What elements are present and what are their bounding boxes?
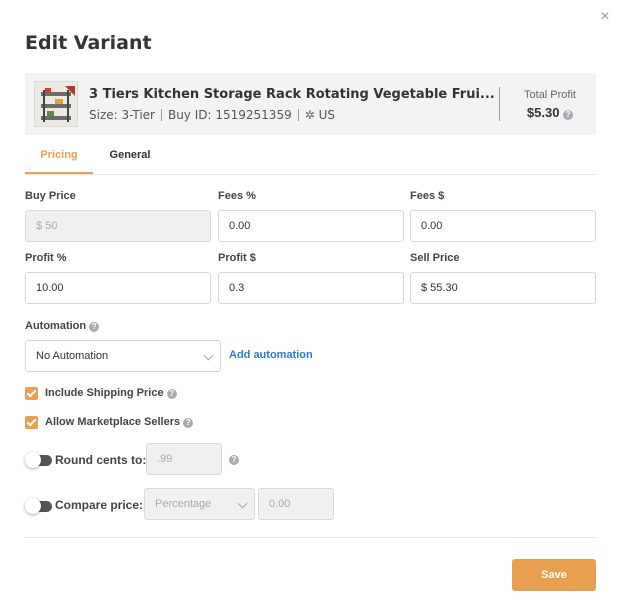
footer-divider [25, 537, 596, 538]
chevron-down-icon [203, 350, 214, 361]
round-cents-input: .99 [146, 443, 222, 475]
meta-divider [160, 109, 162, 121]
sell-price-input[interactable]: $ 55.30 [410, 272, 596, 304]
fees-percent-label: Fees % [218, 190, 256, 202]
chevron-down-icon [237, 498, 248, 509]
total-profit-value: $5.30 ? [505, 105, 595, 120]
sell-price-label: Sell Price [410, 252, 460, 264]
total-profit-amount: $5.30 [526, 105, 560, 120]
include-shipping-text: Include Shipping Price [45, 387, 164, 399]
tab-pricing[interactable]: Pricing [25, 140, 93, 174]
allow-marketplace-text: Allow Marketplace Sellers [45, 416, 181, 428]
fees-dollar-input[interactable]: 0.00 [410, 210, 596, 242]
buy-price-input: $ 50 [25, 210, 211, 242]
allow-marketplace-checkbox[interactable] [25, 416, 38, 429]
include-shipping-label: Include Shipping Price ? [45, 387, 177, 399]
automation-select[interactable]: No Automation [25, 340, 221, 372]
help-icon[interactable]: ? [183, 418, 194, 428]
include-shipping-checkbox[interactable] [25, 387, 38, 400]
add-automation-link[interactable]: Add automation [229, 349, 313, 361]
allow-marketplace-label: Allow Marketplace Sellers ? [45, 416, 194, 428]
product-meta: Size: 3-Tier Buy ID: 1519251359 ✲ US [89, 108, 335, 122]
help-icon[interactable]: ? [89, 322, 100, 332]
profit-dollar-label: Profit $ [218, 252, 256, 264]
tab-bar: Pricing General [25, 140, 596, 175]
product-size: Size: 3-Tier [89, 108, 155, 122]
product-name: 3 Tiers Kitchen Storage Rack Rotating Ve… [89, 87, 495, 102]
close-icon[interactable]: × [598, 9, 612, 25]
compare-price-toggle[interactable] [25, 498, 52, 514]
fees-dollar-label: Fees $ [410, 190, 445, 202]
round-cents-label: Round cents to: [55, 453, 147, 467]
profit-dollar-input[interactable]: 0.3 [218, 272, 404, 304]
save-button[interactable]: Save [512, 559, 596, 591]
meta-divider [297, 109, 299, 121]
walmart-spark-icon: ✲ [304, 108, 315, 122]
automation-label: Automation ? [25, 320, 100, 332]
total-profit-label: Total Profit [524, 89, 576, 101]
automation-label-text: Automation [25, 320, 87, 332]
dialog-title: Edit Variant [25, 32, 152, 54]
compare-price-label: Compare price: [55, 498, 144, 512]
profit-percent-label: Profit % [25, 252, 67, 264]
fees-percent-input[interactable]: 0.00 [218, 210, 404, 242]
compare-price-input: 0.00 [258, 488, 334, 520]
toggle-knob [25, 452, 41, 468]
automation-selected-value: No Automation [36, 350, 109, 362]
help-icon[interactable]: ? [166, 389, 177, 399]
help-icon[interactable]: ? [563, 110, 574, 120]
product-thumbnail [34, 81, 78, 127]
compare-price-mode-select: Percentage [144, 488, 255, 520]
compare-price-mode-value: Percentage [155, 498, 212, 510]
summary-divider [499, 87, 500, 121]
buy-price-label: Buy Price [25, 190, 76, 202]
toggle-knob [25, 498, 41, 514]
round-cents-toggle[interactable] [25, 452, 52, 468]
help-icon[interactable]: ? [229, 455, 239, 465]
product-marketplace: US [318, 108, 336, 122]
tab-general[interactable]: General [95, 140, 165, 174]
product-buy-id: Buy ID: 1519251359 [167, 108, 292, 122]
product-summary: 3 Tiers Kitchen Storage Rack Rotating Ve… [25, 73, 596, 135]
product-image-icon [35, 82, 77, 126]
profit-percent-input[interactable]: 10.00 [25, 272, 211, 304]
